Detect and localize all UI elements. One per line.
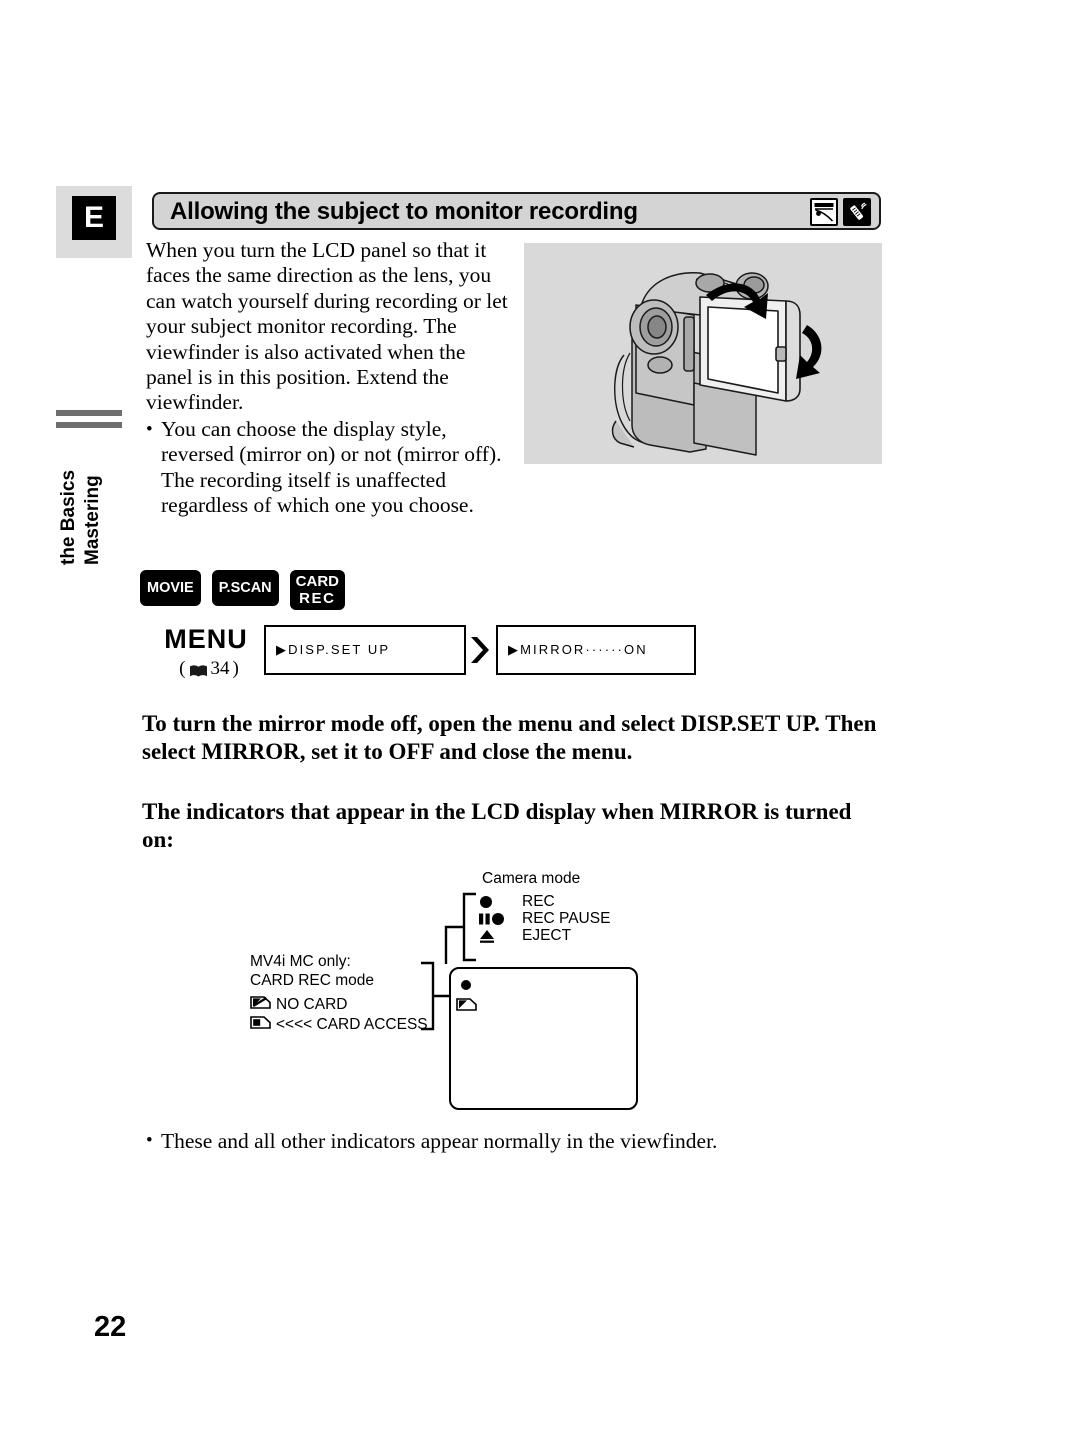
page-number: 22 <box>94 1311 127 1343</box>
instruction-mirror-off: To turn the mirror mode off, open the me… <box>142 711 877 764</box>
chapter-rule-1 <box>56 410 122 416</box>
mode-badge-p-scan-label: P.SCAN <box>218 580 272 596</box>
indicator-diagram: Camera mode REC REC PAUSE EJECT MV4i MC … <box>250 866 870 1121</box>
section-header-bar: Allowing the subject to monitor recordin… <box>152 192 881 230</box>
mode-badge-card-rec-line1: CARD <box>295 572 339 590</box>
card-note-line1: MV4i MC only: <box>250 953 351 970</box>
card-label-card-access: <<<< CARD ACCESS <box>276 1015 428 1033</box>
side-tab-letter: E <box>72 196 116 240</box>
card-row-no-card: NO CARD <box>250 994 428 1014</box>
menu-ref-page: 34 <box>210 658 230 679</box>
menu-flow-arrow-icon <box>466 635 496 665</box>
menu-block: MENU ( 34) <box>152 624 266 680</box>
closing-bullet-text: These and all other indicators appear no… <box>161 1129 718 1153</box>
camera-mode-label-eject: EJECT <box>522 927 572 944</box>
chapter-rule-2 <box>56 422 122 428</box>
chapter-rules <box>56 410 122 434</box>
no-card-icon <box>250 994 271 1015</box>
mode-badge-card-rec-line2: REC <box>299 589 336 607</box>
camera-mode-label-rec-pause: REC PAUSE <box>522 910 611 927</box>
lcd-no-card-icon <box>456 998 477 1011</box>
card-label-no-card: NO CARD <box>276 995 348 1013</box>
closing-bullet-marker: • <box>146 1130 153 1151</box>
card-row-card-access: <<<< CARD ACCESS <box>250 1014 428 1034</box>
intro-paragraph: When you turn the LCD panel so that it f… <box>146 238 508 415</box>
camera-mode-label: Camera mode <box>482 870 581 887</box>
bullet-marker: • <box>146 419 153 440</box>
bullet-display-style-text: You can choose the display style, revers… <box>161 417 502 518</box>
card-access-icon <box>250 1014 271 1035</box>
camera-mode-label-rec: REC <box>522 893 555 910</box>
camera-mode-row-rec-pause: REC PAUSE <box>478 911 610 927</box>
menu-ref-close-paren: ) <box>232 658 239 679</box>
menu-screen-mirror-on: ▶MIRROR······ON <box>496 625 696 675</box>
camera-mode-rows: REC REC PAUSE EJECT <box>478 894 610 945</box>
mode-badge-movie-label: MOVIE <box>147 580 194 596</box>
menu-screen-disp-set-up-text: ▶DISP.SET UP <box>276 642 391 657</box>
mode-badge-movie: MOVIE <box>140 570 201 606</box>
menu-label: MENU <box>164 624 248 654</box>
card-rec-note: MV4i MC only: CARD REC mode NO CARD <<<<… <box>250 952 428 1034</box>
menu-screen-mirror-on-text: ▶MIRROR······ON <box>508 642 648 657</box>
mode-badge-p-scan: P.SCAN <box>211 570 279 606</box>
instruction-indicators-heading: The indicators that appear in the LCD di… <box>142 799 852 852</box>
record-dot-icon <box>478 894 522 910</box>
eject-triangle-icon <box>478 928 522 944</box>
section-header-icons <box>810 198 871 226</box>
chapter-vertical-title: the Basics Mastering <box>56 435 128 565</box>
remote-control-icon <box>843 198 871 226</box>
lcd-panel-icon <box>810 198 838 226</box>
lcd-display-frame <box>449 967 638 1110</box>
lcd-record-dot-icon <box>461 980 471 990</box>
camera-mode-row-rec: REC <box>478 894 610 910</box>
bullet-display-style: • You can choose the display style, reve… <box>146 417 518 519</box>
menu-screens: ▶DISP.SET UP ▶MIRROR······ON <box>264 625 696 675</box>
record-pause-icon <box>478 911 522 927</box>
camera-mode-row-eject: EJECT <box>478 928 610 944</box>
page-title: Allowing the subject to monitor recordin… <box>170 198 638 225</box>
chapter-title-line2: the Basics <box>58 469 79 565</box>
menu-ref-open-paren: ( <box>179 658 186 679</box>
menu-screen-disp-set-up: ▶DISP.SET UP <box>264 625 466 675</box>
menu-page-reference: ( 34) <box>152 658 266 680</box>
card-note-line2: CARD REC mode <box>250 972 375 989</box>
mode-badges: MOVIE P.SCAN CARD REC <box>140 570 345 610</box>
chapter-title-line1: Mastering <box>82 475 103 565</box>
closing-bullet: • These and all other indicators appear … <box>146 1128 886 1154</box>
mode-badge-card-rec: CARD REC <box>289 570 345 610</box>
book-icon <box>189 662 208 677</box>
camcorder-illustration <box>524 243 882 464</box>
